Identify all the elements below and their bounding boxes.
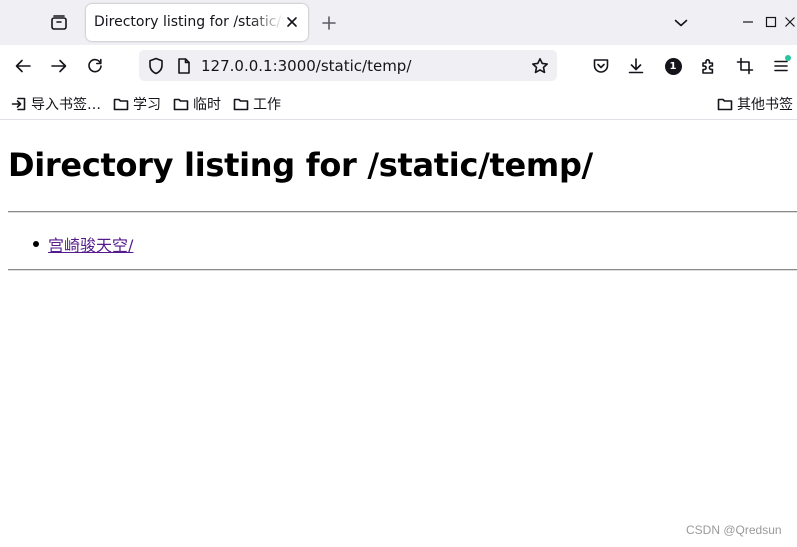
arrow-right-icon	[51, 59, 67, 73]
crop-icon	[736, 57, 754, 75]
folder-icon	[233, 98, 249, 111]
pocket-button[interactable]	[589, 54, 613, 78]
tab-title: Directory listing for /static/temp/	[94, 14, 284, 30]
site-info-button[interactable]	[173, 55, 195, 77]
divider	[8, 269, 797, 271]
maximize-icon	[765, 16, 777, 28]
folder-icon	[717, 98, 733, 111]
bookmark-folder-temp[interactable]: 临时	[173, 94, 221, 114]
reload-button[interactable]	[83, 54, 107, 78]
app-menu-button[interactable]	[769, 54, 793, 78]
bookmark-import[interactable]: 导入书签…	[11, 94, 101, 114]
navigation-toolbar: 127.0.0.1:3000/static/temp/ 1	[0, 45, 797, 87]
bookmark-label: 工作	[253, 97, 281, 113]
tab-close-button[interactable]	[283, 13, 301, 31]
plus-icon	[322, 16, 336, 30]
tab-active[interactable]: Directory listing for /static/temp/	[86, 4, 308, 41]
extension-badge: 1	[664, 57, 682, 75]
import-icon	[11, 97, 26, 111]
update-dot	[785, 55, 791, 61]
back-button[interactable]	[11, 54, 35, 78]
url-text[interactable]: 127.0.0.1:3000/static/temp/	[201, 57, 411, 75]
maximize-button[interactable]	[761, 12, 781, 32]
page-title: Directory listing for /static/temp/	[8, 146, 593, 184]
minimize-button[interactable]	[738, 12, 758, 32]
close-icon	[287, 17, 297, 27]
page-icon	[178, 58, 190, 74]
bookmark-label: 其他书签	[737, 97, 793, 113]
divider	[8, 211, 797, 213]
star-icon	[532, 58, 548, 74]
list-item: 宫崎骏天空/	[32, 232, 133, 256]
extension-badge-button[interactable]: 1	[661, 54, 685, 78]
bullet	[33, 241, 39, 247]
page-content: Directory listing for /static/temp/ 宫崎骏天…	[0, 120, 797, 547]
chevron-down-icon	[674, 19, 688, 27]
bookmark-label: 临时	[193, 97, 221, 113]
address-bar[interactable]: 127.0.0.1:3000/static/temp/	[139, 50, 557, 81]
bookmark-label: 学习	[133, 97, 161, 113]
bookmark-folder-other[interactable]: 其他书签	[717, 94, 793, 114]
bookmark-label: 导入书签…	[31, 97, 101, 113]
reload-icon	[88, 58, 102, 73]
firefox-view-button[interactable]	[48, 12, 70, 34]
window-close-button[interactable]	[784, 12, 797, 32]
bookmarks-toolbar: 导入书签… 学习 临时 工作 其他书签	[0, 87, 797, 120]
arrow-left-icon	[15, 59, 31, 73]
bookmark-folder-study[interactable]: 学习	[113, 94, 161, 114]
screenshot-button[interactable]	[733, 54, 757, 78]
new-tab-button[interactable]	[318, 12, 340, 34]
watermark: CSDN @Qredsun	[686, 523, 782, 537]
close-icon	[785, 17, 795, 27]
tracking-protection-button[interactable]	[145, 55, 167, 77]
list-all-tabs-button[interactable]	[670, 12, 692, 34]
bookmark-folder-work[interactable]: 工作	[233, 94, 281, 114]
bookmark-star-button[interactable]	[529, 55, 551, 77]
firefox-view-icon	[51, 15, 67, 30]
shield-icon	[149, 57, 163, 75]
folder-icon	[113, 98, 129, 111]
puzzle-piece-icon	[702, 59, 714, 74]
pocket-icon	[593, 59, 609, 73]
folder-icon	[173, 98, 189, 111]
directory-link[interactable]: 宫崎骏天空/	[48, 232, 133, 256]
extensions-button[interactable]	[697, 54, 721, 78]
minimize-icon	[743, 21, 753, 23]
forward-button[interactable]	[47, 54, 71, 78]
tab-strip: Directory listing for /static/temp/	[0, 0, 797, 45]
downloads-button[interactable]	[624, 54, 648, 78]
download-icon	[628, 58, 644, 74]
directory-list: 宫崎骏天空/	[32, 232, 133, 256]
